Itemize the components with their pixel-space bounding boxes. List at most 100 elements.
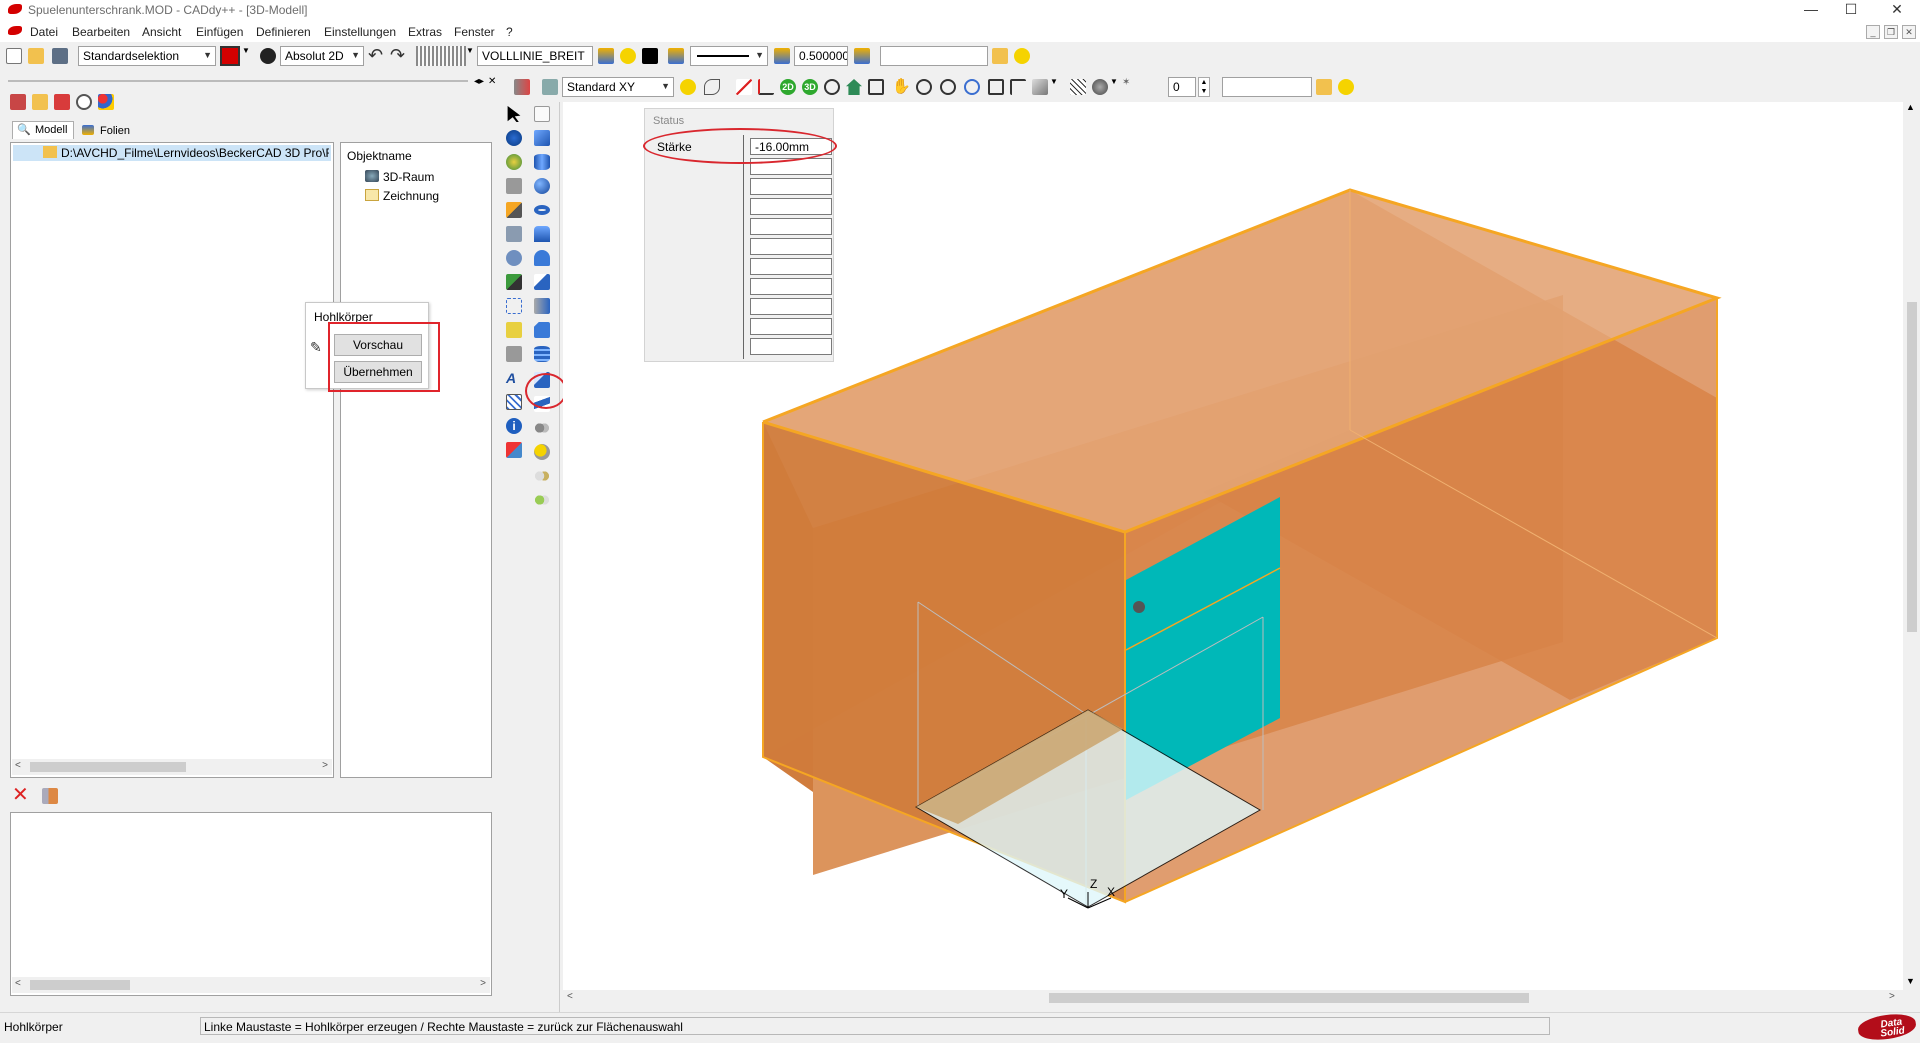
zoom-window-button[interactable] (866, 77, 886, 97)
object-3d-raum[interactable]: 3D-Raum (383, 170, 434, 184)
pencil-tool[interactable] (504, 200, 526, 222)
torus-tool[interactable] (532, 200, 554, 222)
viewport-vscrollbar[interactable]: ▲ ▼ (1904, 102, 1920, 990)
zoom-all-button[interactable] (962, 77, 982, 97)
star-button[interactable]: ✶ (1122, 77, 1142, 97)
view-2d-button[interactable]: 2D (778, 77, 798, 97)
point-edit-button[interactable] (734, 77, 754, 97)
line-style-select[interactable]: ▼ (690, 46, 768, 66)
panel-tool-5-button[interactable] (96, 92, 116, 112)
scroll-thumb[interactable] (30, 980, 130, 990)
view-select[interactable]: Standard XY ▼ (562, 77, 674, 97)
shading-dropdown[interactable]: ▼ (1050, 77, 1070, 97)
panel-close-button[interactable]: ✕ (488, 76, 496, 87)
empty-field[interactable] (750, 298, 832, 315)
mdi-close-button[interactable]: ✕ (1902, 25, 1916, 39)
empty-field[interactable] (750, 258, 832, 275)
subtract-tool[interactable] (532, 442, 554, 464)
tree-hscrollbar[interactable]: < > (12, 759, 332, 775)
menu-einstellungen[interactable]: Einstellungen (324, 25, 396, 39)
menu-einfuegen[interactable]: Einfügen (196, 25, 243, 39)
mdi-restore-button[interactable]: ❐ (1884, 25, 1898, 39)
empty-field[interactable] (750, 238, 832, 255)
menu-definieren[interactable]: Definieren (256, 25, 311, 39)
close-button[interactable]: ✕ (1874, 0, 1920, 22)
panel-collapse-button[interactable]: ◂▸ (474, 76, 484, 87)
layer-button[interactable] (596, 46, 616, 66)
view-3d-button[interactable]: 3D (800, 77, 820, 97)
union-tool[interactable] (532, 418, 554, 440)
select-color-button[interactable] (220, 46, 240, 66)
tab-modell[interactable]: 🔍 Modell (12, 121, 74, 139)
pan-button[interactable]: ✋ (890, 77, 911, 97)
scroll-left-icon[interactable]: < (567, 991, 573, 1002)
panel-tool-4-button[interactable] (74, 92, 94, 112)
cylinder-tool[interactable] (532, 152, 554, 174)
box-tool[interactable] (532, 128, 554, 150)
loft-tool[interactable] (532, 296, 554, 318)
view-tool-2-button[interactable] (540, 77, 560, 97)
view-tool-1-button[interactable] (512, 77, 532, 97)
grid-button[interactable] (1068, 77, 1088, 97)
text-tool[interactable]: A (504, 368, 526, 390)
scroll-thumb[interactable] (1049, 993, 1529, 1003)
properties-hscrollbar[interactable]: < > (12, 977, 490, 993)
color-black-button[interactable] (640, 46, 660, 66)
coordinate-mode-select[interactable]: Absolut 2D ▼ (280, 46, 364, 66)
layer-bulb-button[interactable] (1012, 46, 1032, 66)
layer-folder-button[interactable] (990, 46, 1010, 66)
empty-field[interactable] (750, 318, 832, 335)
zoom-extents-button[interactable] (986, 77, 1006, 97)
erase-tool[interactable] (504, 440, 526, 462)
save-button[interactable] (50, 46, 70, 66)
scroll-down-icon[interactable]: ▼ (1906, 976, 1915, 986)
view-folder-button[interactable] (1314, 77, 1334, 97)
scroll-thumb[interactable] (1907, 302, 1917, 632)
pick-button[interactable] (40, 786, 60, 806)
zoom-out-button[interactable] (938, 77, 958, 97)
pattern-select-button[interactable] (416, 46, 466, 66)
line-type-field[interactable]: VOLLLINIE_BREIT (477, 46, 593, 66)
material-button[interactable] (1090, 77, 1110, 97)
rotate-tool[interactable] (504, 248, 526, 270)
menu-datei[interactable]: Datei (30, 25, 58, 39)
home-view-button[interactable] (844, 77, 864, 97)
hatch-tool[interactable] (504, 392, 526, 414)
menu-ansicht[interactable]: Ansicht (142, 25, 181, 39)
stack-tool[interactable] (532, 344, 554, 366)
orbit-tool[interactable] (504, 152, 526, 174)
selection-mode-select[interactable]: Standardselektion ▼ (78, 46, 216, 66)
view-bulb-button[interactable] (678, 77, 698, 97)
empty-field[interactable] (750, 278, 832, 295)
menu-bearbeiten[interactable]: Bearbeiten (72, 25, 130, 39)
viewport-hscrollbar[interactable]: < > (563, 990, 1904, 1006)
object-zeichnung[interactable]: Zeichnung (383, 189, 439, 203)
scroll-right-icon[interactable]: > (480, 978, 486, 989)
panel-tool-3-button[interactable] (52, 92, 72, 112)
scroll-left-icon[interactable]: < (15, 760, 21, 771)
menu-help[interactable]: ? (506, 25, 513, 39)
section-button[interactable] (1008, 77, 1028, 97)
curve-button[interactable] (702, 77, 722, 97)
open-file-button[interactable] (26, 46, 46, 66)
edge-button[interactable] (756, 77, 776, 97)
empty-field[interactable] (750, 178, 832, 195)
scroll-right-icon[interactable]: > (322, 760, 328, 771)
orbit-view-button[interactable] (822, 77, 842, 97)
chamfer-tool[interactable] (532, 320, 554, 342)
layer-number-spinner[interactable]: ▲ ▼ (1198, 77, 1210, 97)
scroll-right-icon[interactable]: > (1889, 991, 1895, 1002)
panel-tool-2-button[interactable] (30, 92, 50, 112)
layer-number-field[interactable]: 0 (1168, 77, 1196, 97)
snap-button[interactable] (258, 46, 278, 66)
transform-tool[interactable] (504, 224, 526, 246)
maximize-button[interactable]: ☐ (1828, 0, 1874, 22)
redo-button[interactable]: ↷ (390, 46, 410, 66)
intersect-tool[interactable] (532, 466, 554, 488)
info-tool[interactable]: i (504, 416, 526, 438)
pen-button[interactable] (772, 46, 792, 66)
sweep-tool[interactable] (532, 272, 554, 294)
scroll-up-icon[interactable]: ▲ (1906, 102, 1915, 112)
snap-point-tool[interactable] (504, 296, 526, 318)
extrude-tool[interactable] (532, 224, 554, 246)
